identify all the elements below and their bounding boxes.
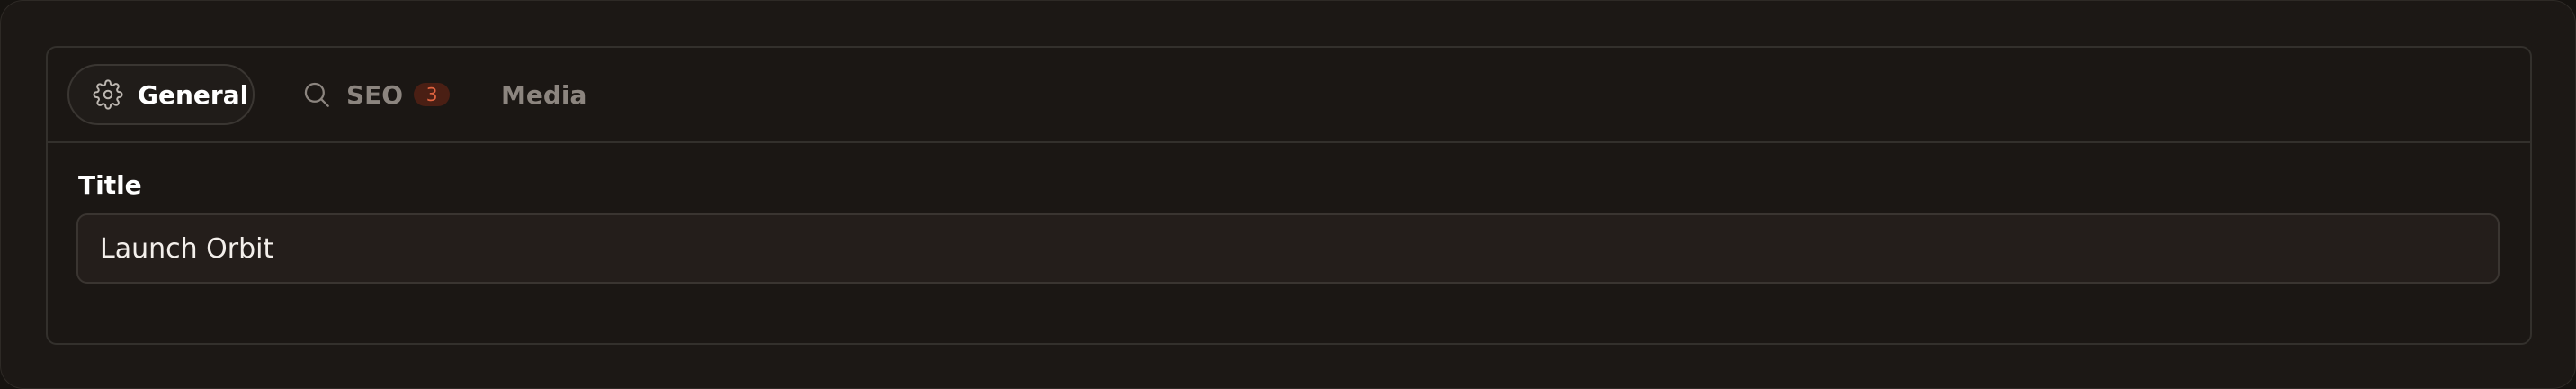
seo-issue-count-badge: 3 [414, 83, 451, 106]
tab-seo-label: SEO [346, 79, 404, 110]
search-icon [301, 79, 332, 110]
tab-seo[interactable]: SEO 3 [283, 64, 451, 125]
title-input[interactable] [76, 213, 2500, 284]
tab-media-label: Media [501, 79, 587, 110]
tab-general[interactable]: General [67, 64, 255, 125]
tab-general-label: General [138, 79, 249, 110]
gear-icon [93, 79, 123, 110]
tab-media[interactable]: Media [483, 64, 586, 125]
tab-bar: General SEO 3 Media [48, 48, 2530, 143]
title-field-label: Title [78, 170, 142, 200]
settings-panel: General SEO 3 Media Title [46, 46, 2532, 345]
window-frame: General SEO 3 Media Title [0, 0, 2576, 389]
